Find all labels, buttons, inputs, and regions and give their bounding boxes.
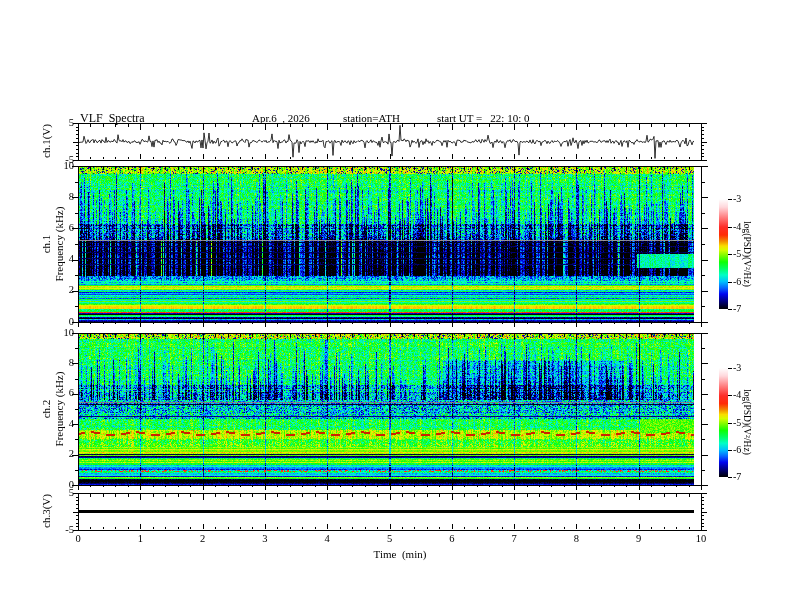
colorbar1-tick--7: -7 xyxy=(733,303,741,314)
header-station: station=ATH xyxy=(343,112,400,124)
x-tick-label-9: 9 xyxy=(624,533,654,544)
ch1_spec-ytick-6: 6 xyxy=(30,222,74,233)
x-tick-label-2: 2 xyxy=(188,533,218,544)
x-axis-label: Time (min) xyxy=(374,548,427,560)
ch1_spec-ytick-0: 0 xyxy=(30,316,74,327)
colorbar1-tick--4: -4 xyxy=(733,221,741,232)
x-tick-label-1: 1 xyxy=(125,533,155,544)
ch2-spec-ylabel-line1: ch.2 xyxy=(40,372,53,447)
colorbar2-tick--4: -4 xyxy=(733,389,741,400)
colorbar1-label: log(PSD)(V²/Hz) xyxy=(742,221,752,287)
ch2_spec-ytick-6: 6 xyxy=(30,387,74,398)
x-tick-label-0: 0 xyxy=(63,533,93,544)
spectra-plot-canvas xyxy=(0,0,792,612)
x-tick-label-3: 3 xyxy=(250,533,280,544)
ch1-spec-ylabel-line2: Frequency (kHz) xyxy=(53,207,66,282)
ch1-spec-ylabel: ch.1Frequency (kHz) xyxy=(40,207,66,282)
x-tick-label-5: 5 xyxy=(375,533,405,544)
ch1_spec-ytick-4: 4 xyxy=(30,253,74,264)
header-start-ut: start UT = 22: 10: 0 xyxy=(437,112,529,124)
x-tick-label-6: 6 xyxy=(437,533,467,544)
colorbar2-tick--7: -7 xyxy=(733,471,741,482)
x-tick-label-7: 7 xyxy=(499,533,529,544)
ch1_spec-ytick-2: 2 xyxy=(30,284,74,295)
header-date: Apr.6 , 2026 xyxy=(252,112,310,124)
ch2-spec-ylabel: ch.2Frequency (kHz) xyxy=(40,372,66,447)
colorbar2-tick--3: -3 xyxy=(733,362,741,373)
ch3-wave-ylabel: ch.3(V) xyxy=(40,494,53,528)
ch2-spec-ylabel-line2: Frequency (kHz) xyxy=(53,372,66,447)
ch1_spec-ytick-8: 8 xyxy=(30,191,74,202)
x-tick-label-4: 4 xyxy=(312,533,342,544)
ch1-spec-ylabel-line1: ch.1 xyxy=(40,207,53,282)
ch1_spec-ytick-10: 10 xyxy=(30,160,74,171)
vlf-spectra-figure: VLF Spectra Apr.6 , 2026 station=ATH sta… xyxy=(0,0,792,612)
ch1-wave-ylabel: ch.1(V) xyxy=(40,124,53,158)
x-tick-label-8: 8 xyxy=(561,533,591,544)
ch2_spec-ytick-4: 4 xyxy=(30,418,74,429)
colorbar1-tick--3: -3 xyxy=(733,193,741,204)
ch2_spec-ytick-2: 2 xyxy=(30,448,74,459)
colorbar2-tick--5: -5 xyxy=(733,417,741,428)
colorbar1-tick--5: -5 xyxy=(733,248,741,259)
x-tick-label-10: 10 xyxy=(686,533,716,544)
colorbar1-tick--6: -6 xyxy=(733,276,741,287)
page-title: VLF Spectra xyxy=(80,111,145,126)
colorbar2-tick--6: -6 xyxy=(733,444,741,455)
ch2_spec-ytick-8: 8 xyxy=(30,357,74,368)
colorbar2-label: log(PSD)(V²/Hz) xyxy=(742,389,752,455)
ch2_spec-ytick-10: 10 xyxy=(30,327,74,338)
ch2_spec-ytick-0: 0 xyxy=(30,479,74,490)
